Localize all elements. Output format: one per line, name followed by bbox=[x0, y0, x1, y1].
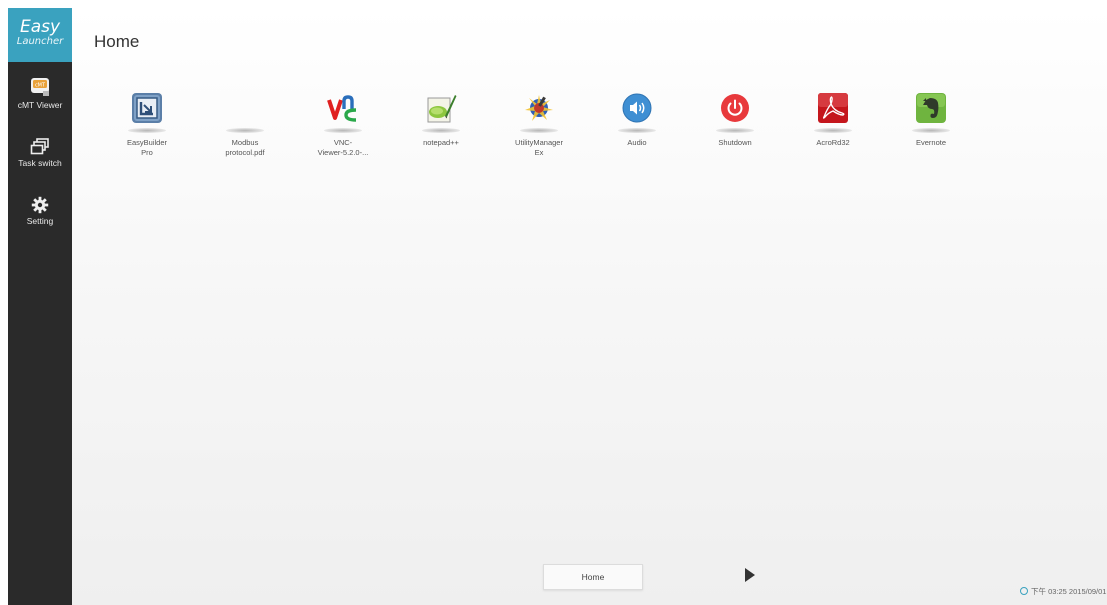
icon-shadow bbox=[814, 128, 852, 133]
app-label-line1: VNC- bbox=[333, 138, 353, 147]
app-label-line1: Audio bbox=[627, 138, 647, 147]
sidebar-item-cmt-viewer[interactable]: cMT cMT Viewer bbox=[8, 76, 72, 110]
icon-shadow bbox=[520, 128, 558, 133]
audio-icon bbox=[622, 93, 652, 123]
app-label: Modbus protocol.pdf bbox=[196, 138, 294, 158]
app-label-line1: Evernote bbox=[915, 138, 947, 147]
app-easybuilder-pro[interactable]: EasyBuilder Pro bbox=[98, 90, 196, 170]
app-label: EasyBuilder Pro bbox=[98, 138, 196, 158]
app-label-line1: notepad++ bbox=[423, 138, 459, 147]
app-label: Audio bbox=[588, 138, 686, 148]
easybuilder-icon bbox=[132, 93, 162, 123]
app-label: Shutdown bbox=[686, 138, 784, 148]
app-grid: EasyBuilder Pro Modbus protocol.pdf VNC-… bbox=[98, 90, 1098, 170]
app-label-line2: Ex bbox=[534, 148, 544, 157]
app-evernote[interactable]: Evernote bbox=[882, 90, 980, 170]
app-modbus-protocol-pdf[interactable]: Modbus protocol.pdf bbox=[196, 90, 294, 170]
launcher-window: Easy Launcher cMT cMT Viewer Task switch bbox=[8, 8, 1107, 605]
icon-shadow bbox=[716, 128, 754, 133]
sidebar-item-label: Setting bbox=[26, 216, 54, 226]
vnc-icon bbox=[327, 95, 357, 122]
notepad-icon bbox=[427, 95, 457, 123]
evernote-icon bbox=[916, 93, 946, 123]
task-switch-icon bbox=[30, 138, 49, 155]
logo-line2: Launcher bbox=[16, 36, 64, 47]
cmt-viewer-icon: cMT bbox=[31, 78, 49, 96]
easy-launcher-logo: Easy Launcher bbox=[8, 8, 72, 62]
app-notepad-plus-plus[interactable]: notepad++ bbox=[392, 90, 490, 170]
sidebar-item-label: cMT Viewer bbox=[17, 100, 63, 110]
clock: 下午 03:25 2015/09/01 bbox=[1020, 586, 1106, 597]
app-label-line2: Pro bbox=[141, 148, 153, 157]
page-title: Home bbox=[94, 32, 140, 51]
sidebar: Easy Launcher cMT cMT Viewer Task switch bbox=[8, 8, 72, 605]
icon-shadow bbox=[226, 128, 264, 133]
icon-shadow bbox=[618, 128, 656, 133]
icon-shadow bbox=[128, 128, 166, 133]
app-label-line1: EasyBuilder bbox=[126, 138, 168, 147]
app-label: Evernote bbox=[882, 138, 980, 148]
sidebar-item-label: Task switch bbox=[18, 158, 62, 168]
power-icon bbox=[721, 94, 749, 122]
app-label-line1: AcroRd32 bbox=[816, 138, 850, 147]
app-label: AcroRd32 bbox=[784, 138, 882, 148]
acrobat-icon bbox=[818, 93, 848, 123]
gear-icon bbox=[31, 196, 49, 214]
logo-line1: Easy bbox=[19, 17, 61, 37]
clock-icon bbox=[1020, 587, 1028, 595]
app-label: UtilityManager Ex bbox=[490, 138, 588, 158]
app-label-line1: Modbus bbox=[231, 138, 259, 147]
icon-shadow bbox=[422, 128, 460, 133]
app-label-line1: UtilityManager bbox=[515, 138, 563, 147]
app-label-line2: Viewer-5.2.0-... bbox=[317, 148, 369, 157]
app-label: notepad++ bbox=[392, 138, 490, 148]
app-label-line1: Shutdown bbox=[718, 138, 752, 147]
app-utility-manager-ex[interactable]: UtilityManager Ex bbox=[490, 90, 588, 170]
icon-shadow bbox=[324, 128, 362, 133]
utility-manager-icon bbox=[525, 95, 553, 121]
sidebar-item-task-switch[interactable]: Task switch bbox=[8, 138, 72, 168]
page-indicator-home-button[interactable]: Home bbox=[543, 564, 643, 590]
clock-text: 下午 03:25 2015/09/01 bbox=[1031, 587, 1107, 596]
svg-text:cMT: cMT bbox=[35, 83, 46, 89]
icon-shadow bbox=[912, 128, 950, 133]
app-label: VNC- Viewer-5.2.0-... bbox=[294, 138, 392, 158]
sidebar-item-setting[interactable]: Setting bbox=[8, 196, 72, 226]
app-acrord32[interactable]: AcroRd32 bbox=[784, 90, 882, 170]
app-label-line2: protocol.pdf bbox=[225, 148, 265, 157]
next-page-arrow-icon[interactable] bbox=[745, 568, 755, 582]
app-vnc-viewer[interactable]: VNC- Viewer-5.2.0-... bbox=[294, 90, 392, 170]
app-audio[interactable]: Audio bbox=[588, 90, 686, 170]
app-shutdown[interactable]: Shutdown bbox=[686, 90, 784, 170]
